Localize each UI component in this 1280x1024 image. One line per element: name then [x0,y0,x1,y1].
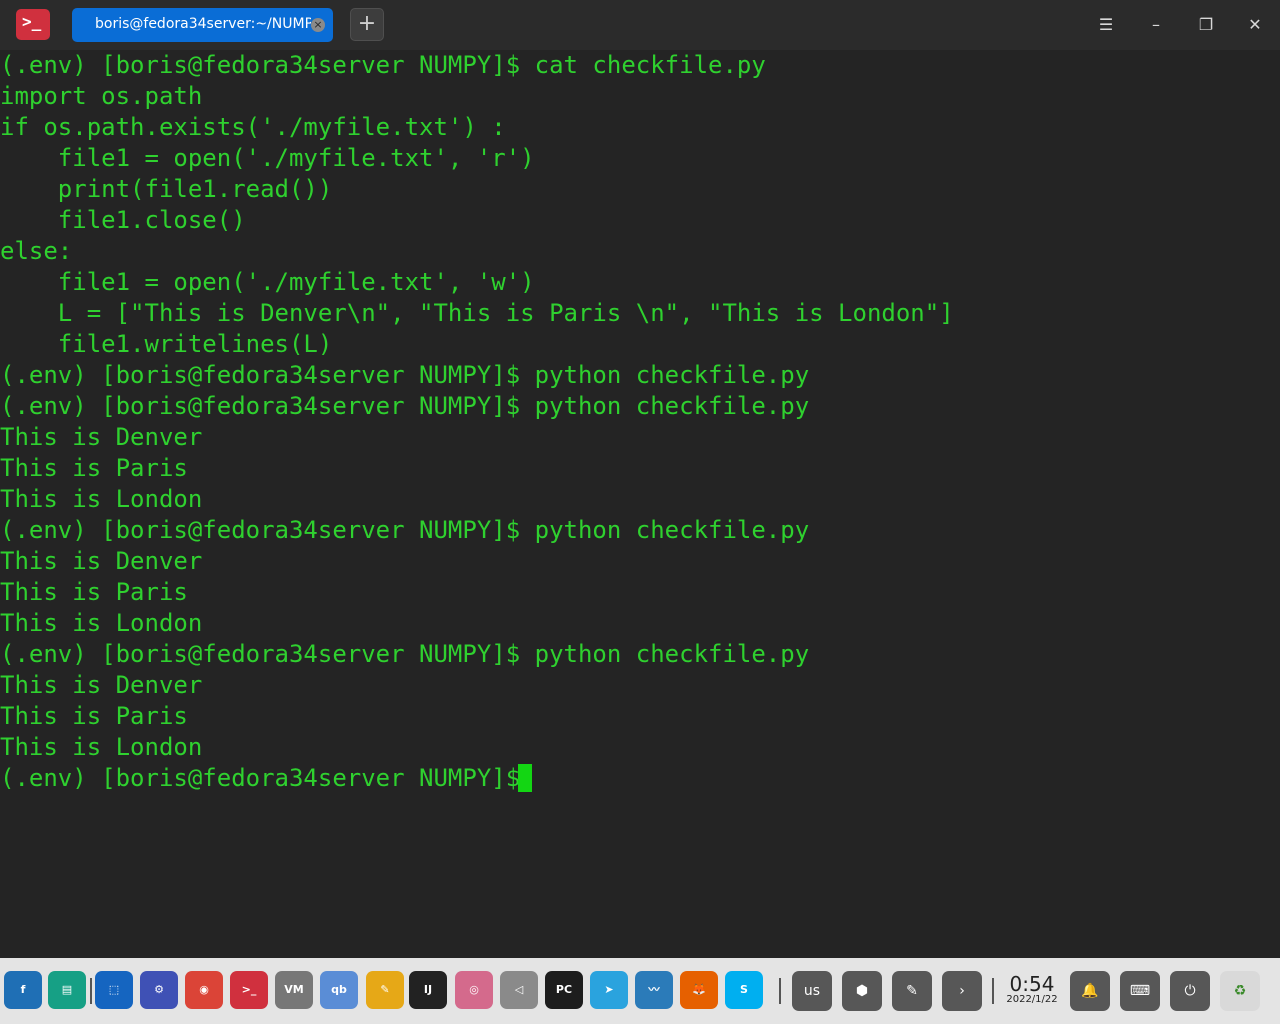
terminal-line: This is Paris [0,702,188,730]
telegram-icon[interactable]: ➤ [590,971,628,1009]
notification-icon[interactable]: 🔔 [1070,971,1110,1011]
title-bar: >_ boris@fedora34server:~/NUMPY × + ☰ – … [0,0,1280,50]
terminal-lines: (.env) [boris@fedora34server NUMPY]$ cat… [0,50,954,794]
music-player-icon[interactable]: ◎ [455,971,493,1009]
terminal-line: (.env) [boris@fedora34server NUMPY]$ pyt… [0,361,810,389]
terminal-line: This is London [0,609,203,637]
clock-time[interactable]: 0:54 [1006,972,1058,996]
terminal-line: print(file1.read()) [0,175,333,203]
text-editor-icon[interactable]: ✎ [366,971,404,1009]
terminal-line: (.env) [boris@fedora34server NUMPY]$ [0,764,535,792]
terminal-line: This is Paris [0,578,188,606]
terminal-line: This is London [0,485,203,513]
intellij-icon[interactable]: IJ [409,971,447,1009]
terminal-line: else: [0,237,73,265]
terminal-line: L = ["This is Denver\n", "This is Paris … [0,299,954,327]
terminal-output[interactable]: (.env) [boris@fedora34server NUMPY]$ cat… [0,50,1280,958]
terminal-line: This is London [0,733,203,761]
app-store-icon[interactable]: ⬚ [95,971,133,1009]
taskbar-divider [90,978,92,1004]
terminal-app-icon-glyph: >_ [22,12,42,31]
terminal-line: file1.writelines(L) [0,330,333,358]
terminal-cursor [518,764,532,792]
onscreen-keyboard-icon[interactable]: ⌨ [1120,971,1160,1011]
terminal-line: This is Denver [0,423,203,451]
terminal-line: file1.close() [0,206,246,234]
terminal-line: (.env) [boris@fedora34server NUMPY]$ cat… [0,51,766,79]
terminal-line: (.env) [boris@fedora34server NUMPY]$ pyt… [0,640,810,668]
taskbar-divider [992,978,994,1004]
restore-icon[interactable]: ❐ [1193,12,1219,38]
tab-close-icon[interactable]: × [311,18,325,32]
close-icon[interactable]: ✕ [1242,12,1268,38]
terminal-line: import os.path [0,82,203,110]
terminal-app-icon[interactable]: >_ [16,9,50,40]
fedora-launcher-icon[interactable]: f [4,971,42,1009]
firefox-icon[interactable]: 🦊 [680,971,718,1009]
tab-terminal-session[interactable]: boris@fedora34server:~/NUMPY × [72,8,333,42]
terminal-line: (.env) [boris@fedora34server NUMPY]$ pyt… [0,392,810,420]
system-monitor-icon[interactable]: 〰 [635,971,673,1009]
terminal-line: This is Paris [0,454,188,482]
minimize-icon[interactable]: – [1143,12,1169,38]
terminal-icon[interactable]: >_ [230,971,268,1009]
chrome-icon[interactable]: ◉ [185,971,223,1009]
power-icon[interactable]: ⏻ [1170,971,1210,1011]
keyboard-layout-button[interactable]: us [792,971,832,1011]
skype-icon[interactable]: S [725,971,763,1009]
expand-tray-icon[interactable]: › [942,971,982,1011]
terminal-line: if os.path.exists('./myfile.txt') : [0,113,506,141]
menu-icon[interactable]: ☰ [1093,12,1119,38]
terminal-line: This is Denver [0,671,203,699]
settings-icon[interactable]: ⚙ [140,971,178,1009]
qbittorrent-icon[interactable]: qb [320,971,358,1009]
terminal-line: file1 = open('./myfile.txt', 'w') [0,268,535,296]
clock-date[interactable]: 2022/1/22 [1004,994,1060,1005]
terminal-line: file1 = open('./myfile.txt', 'r') [0,144,535,172]
taskbar: f ▤ ⬚ ⚙ ◉ >_ VM qb ✎ IJ ◎ ◁ PC ➤ 〰 🦊 S us ⬢ ✎ › 0:54 202… [0,958,1280,1024]
file-manager-icon[interactable]: ▤ [48,971,86,1009]
trash-icon[interactable]: ♻ [1220,971,1260,1011]
volume-icon[interactable]: ◁ [500,971,538,1009]
new-tab-button[interactable]: + [350,8,384,41]
pycharm-icon[interactable]: PC [545,971,583,1009]
package-icon[interactable]: ⬢ [842,971,882,1011]
terminal-line: (.env) [boris@fedora34server NUMPY]$ pyt… [0,516,810,544]
taskbar-divider [779,978,781,1004]
vm-icon[interactable]: VM [275,971,313,1009]
tab-title: boris@fedora34server:~/NUMPY [95,16,311,32]
pen-icon[interactable]: ✎ [892,971,932,1011]
terminal-line: This is Denver [0,547,203,575]
